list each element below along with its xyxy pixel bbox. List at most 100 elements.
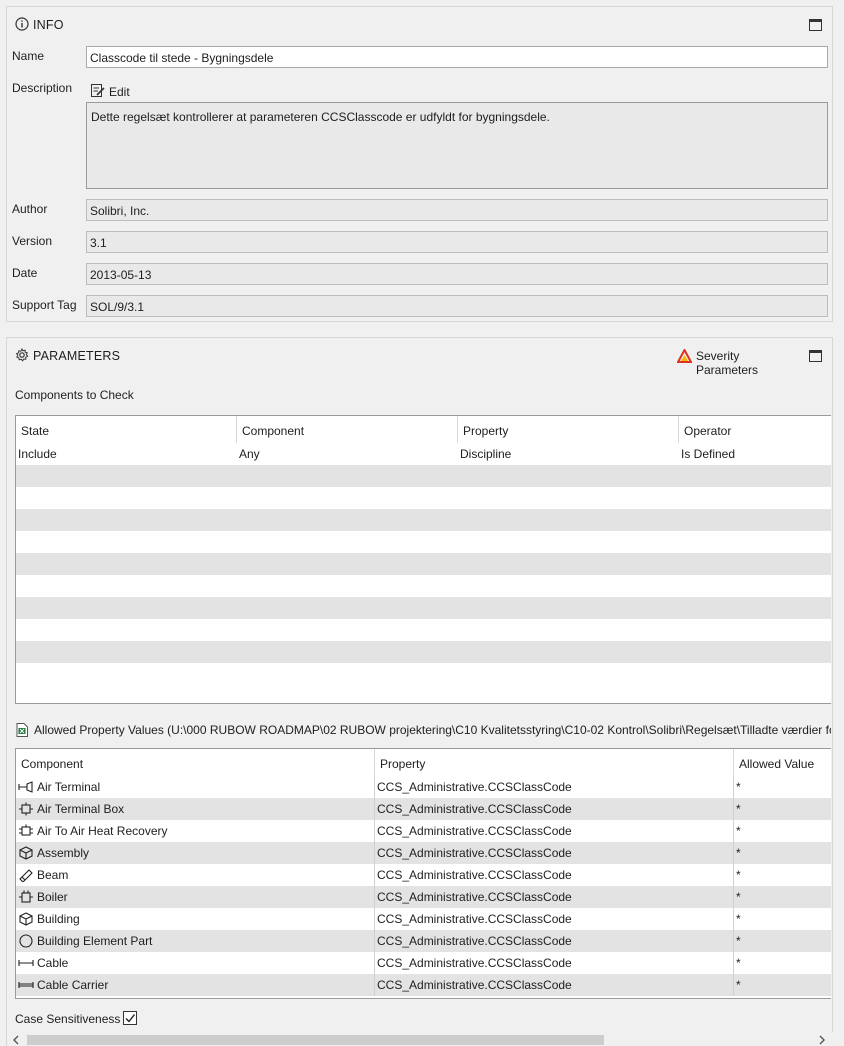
info-header: INFO xyxy=(7,7,832,43)
component-cell: Any xyxy=(239,447,260,461)
maximize-icon[interactable] xyxy=(809,19,822,31)
components-table: State Component Property Operator Includ… xyxy=(15,415,831,704)
property-cell: CCS_Administrative.CCSClassCode xyxy=(375,974,734,996)
beam-icon xyxy=(19,869,33,882)
edit-icon xyxy=(91,84,105,97)
empty-row[interactable] xyxy=(16,509,831,531)
component-name: Air Terminal xyxy=(37,780,101,794)
empty-row[interactable] xyxy=(16,663,831,685)
description-textarea[interactable]: Dette regelsæt kontrollerer at parameter… xyxy=(86,102,828,189)
property-cell: CCS_Administrative.CCSClassCode xyxy=(375,908,734,930)
scroll-left-icon[interactable] xyxy=(12,1035,20,1045)
component-cell: Boiler xyxy=(16,886,375,908)
description-label: Description xyxy=(12,81,73,95)
date-field: 2013-05-13 xyxy=(86,263,828,285)
table-row[interactable]: Assembly CCS_Administrative.CCSClassCode * xyxy=(16,842,831,864)
component-cell: Cable Carrier xyxy=(16,974,375,996)
date-label: Date xyxy=(12,266,38,280)
gear-icon xyxy=(15,348,29,362)
info-panel: INFO Name Classcode til stede - Bygnings… xyxy=(6,6,833,322)
property-cell: CCS_Administrative.CCSClassCode xyxy=(375,864,734,886)
table-row[interactable]: Air Terminal CCS_Administrative.CCSClassC… xyxy=(16,776,831,798)
components-to-check-label: Components to Check xyxy=(15,388,134,402)
severity-parameters-label: Severity Parameters xyxy=(696,349,759,377)
column-header-operator[interactable]: Operator xyxy=(679,416,831,443)
building-element-part-icon xyxy=(19,934,33,948)
author-label: Author xyxy=(12,202,48,216)
table-row[interactable]: Boiler CCS_Administrative.CCSClassCode * xyxy=(16,886,831,908)
allowed-value-cell: * xyxy=(736,780,741,794)
heat-recovery-icon xyxy=(19,824,33,836)
property-cell: Discipline xyxy=(460,447,512,461)
empty-row[interactable] xyxy=(16,575,831,597)
column-header-component[interactable]: Component xyxy=(237,416,458,443)
scrollbar-thumb[interactable] xyxy=(27,1035,604,1045)
property-cell: CCS_Administrative.CCSClassCode xyxy=(375,952,734,974)
table-row[interactable]: Cable Carrier CCS_Administrative.CCSClass… xyxy=(16,974,831,996)
empty-row[interactable] xyxy=(16,553,831,575)
version-field: 3.1 xyxy=(86,231,828,253)
name-input[interactable]: Classcode til stede - Bygningsdele xyxy=(86,46,828,68)
component-name: Cable Carrier xyxy=(37,978,109,992)
table-row[interactable]: Building Element Part CCS_Administrative.… xyxy=(16,930,831,952)
scroll-right-icon[interactable] xyxy=(818,1035,826,1045)
checkmark-icon xyxy=(125,1014,136,1023)
allowed-value-cell: * xyxy=(736,912,741,926)
column-header-allowed-value[interactable]: Allowed Value xyxy=(734,749,831,776)
component-name: Air To Air Heat Recovery xyxy=(37,824,168,838)
allowed-value-cell: * xyxy=(736,846,741,860)
table-row[interactable]: Air Terminal Box CCS_Administrative.CCSCl… xyxy=(16,798,831,820)
parameters-panel: PARAMETERS Severity Parameters Component… xyxy=(6,337,834,1046)
support-tag-field: SOL/9/3.1 xyxy=(86,295,828,317)
component-name: Air Terminal Box xyxy=(37,802,125,816)
maximize-icon[interactable] xyxy=(809,350,822,362)
cable-icon xyxy=(18,960,34,966)
assembly-icon xyxy=(19,846,33,860)
table-row[interactable]: Include Any Discipline Is Defined xyxy=(16,443,831,465)
table-row[interactable]: Cable CCS_Administrative.CCSClassCode * xyxy=(16,952,831,974)
component-cell: Building Element Part xyxy=(16,930,375,952)
component-cell: Building xyxy=(16,908,375,930)
column-header-state[interactable]: State xyxy=(16,416,237,443)
air-terminal-icon xyxy=(18,781,33,793)
allowed-value-cell: * xyxy=(736,978,741,992)
info-title: INFO xyxy=(33,18,64,32)
allowed-value-cell: * xyxy=(736,824,741,838)
component-name: Cable xyxy=(37,956,69,970)
empty-row[interactable] xyxy=(16,619,831,641)
allowed-value-cell: * xyxy=(736,956,741,970)
case-sensitiveness-checkbox[interactable] xyxy=(123,1011,137,1025)
table-row[interactable]: Air To Air Heat Recovery CCS_Administrati… xyxy=(16,820,831,842)
support-tag-label: Support Tag xyxy=(12,298,77,312)
property-cell: CCS_Administrative.CCSClassCode xyxy=(375,930,734,952)
severity-icon xyxy=(677,349,692,363)
allowed-value-cell: * xyxy=(736,868,741,882)
severity-parameters-button[interactable]: Severity Parameters xyxy=(677,348,802,377)
state-cell: Include xyxy=(18,447,57,461)
table-row[interactable]: Beam CCS_Administrative.CCSClassCode * xyxy=(16,864,831,886)
empty-row[interactable] xyxy=(16,641,831,663)
component-cell: Air Terminal xyxy=(16,776,375,798)
empty-row[interactable] xyxy=(16,597,831,619)
component-name: Building Element Part xyxy=(37,934,153,948)
table-row[interactable]: Building CCS_Administrative.CCSClassCode * xyxy=(16,908,831,930)
components-table-header: State Component Property Operator xyxy=(16,416,831,443)
component-cell: Air To Air Heat Recovery xyxy=(16,820,375,842)
allowed-values-table-header: Component Property Allowed Value xyxy=(16,749,831,776)
column-header-property[interactable]: Property xyxy=(458,416,679,443)
air-terminal-box-icon xyxy=(19,802,33,816)
empty-row[interactable] xyxy=(16,487,831,509)
component-cell: Air Terminal Box xyxy=(16,798,375,820)
column-header-component[interactable]: Component xyxy=(16,749,375,776)
property-cell: CCS_Administrative.CCSClassCode xyxy=(375,820,734,842)
property-cell: CCS_Administrative.CCSClassCode xyxy=(375,776,734,798)
component-cell: Assembly xyxy=(16,842,375,864)
horizontal-scrollbar[interactable] xyxy=(7,1032,834,1046)
empty-row[interactable] xyxy=(16,465,831,487)
excel-file-icon xyxy=(16,723,28,737)
component-name: Beam xyxy=(37,868,69,882)
building-icon xyxy=(19,912,33,926)
empty-row[interactable] xyxy=(16,531,831,553)
column-header-property[interactable]: Property xyxy=(375,749,734,776)
property-cell: CCS_Administrative.CCSClassCode xyxy=(375,886,734,908)
